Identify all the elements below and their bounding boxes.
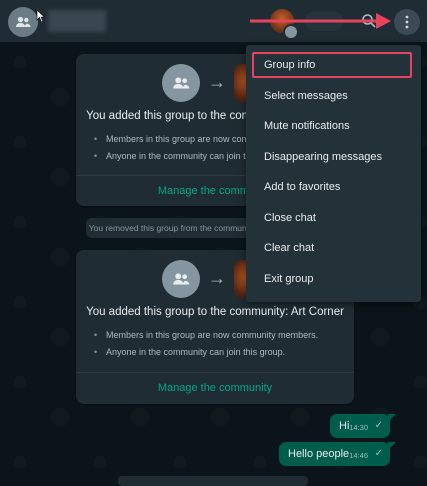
- message-time: 14:30: [349, 423, 368, 432]
- mouse-cursor-icon: [36, 9, 46, 23]
- chat-options-menu: Group info Select messages Mute notifica…: [246, 45, 421, 302]
- menu-item-close-chat[interactable]: Close chat: [246, 203, 421, 234]
- group-avatar-icon: [15, 16, 31, 27]
- menu-item-exit-group[interactable]: Exit group: [246, 264, 421, 295]
- sent-check-icon: ✓: [374, 420, 383, 431]
- menu-item-add-to-favorites[interactable]: Add to favorites: [246, 172, 421, 203]
- partial-message: [118, 476, 308, 486]
- message-text: Hello people: [288, 448, 350, 460]
- menu-item-select-messages[interactable]: Select messages: [246, 81, 421, 112]
- right-arrow-icon: →: [208, 268, 226, 288]
- system-message: You removed this group from the communit…: [86, 218, 258, 238]
- bubble-tail: [388, 414, 396, 422]
- kebab-menu-icon: [405, 15, 409, 29]
- menu-item-clear-chat[interactable]: Clear chat: [246, 233, 421, 264]
- group-avatar[interactable]: [8, 7, 38, 37]
- outgoing-message[interactable]: Hi 14:30 ✓: [330, 414, 390, 438]
- group-icon: [162, 260, 200, 298]
- manage-community-link[interactable]: Manage the community: [76, 382, 354, 394]
- menu-item-disappearing-messages[interactable]: Disappearing messages: [246, 142, 421, 173]
- menu-button[interactable]: [394, 9, 420, 35]
- card-title: You added this group to the community: A…: [86, 306, 344, 318]
- card-divider: [76, 372, 354, 373]
- card-bullets: Members in this group are now community …: [94, 330, 318, 364]
- sent-check-icon: ✓: [374, 448, 383, 459]
- chat-header: [0, 0, 427, 42]
- outgoing-message[interactable]: Hello people 14:46 ✓: [279, 442, 390, 466]
- contact-name[interactable]: [48, 10, 106, 32]
- annotation-arrow-icon: [250, 13, 391, 29]
- bullet-item: Members in this group are now community …: [94, 330, 318, 340]
- bullet-item: Anyone in the community can join this gr…: [94, 347, 318, 357]
- menu-item-mute-notifications[interactable]: Mute notifications: [246, 111, 421, 142]
- right-arrow-icon: →: [208, 72, 226, 92]
- message-time: 14:46: [349, 451, 368, 460]
- message-text: Hi: [339, 420, 350, 432]
- menu-item-group-info[interactable]: Group info: [246, 50, 421, 81]
- bubble-tail: [388, 442, 396, 450]
- group-icon: [162, 64, 200, 102]
